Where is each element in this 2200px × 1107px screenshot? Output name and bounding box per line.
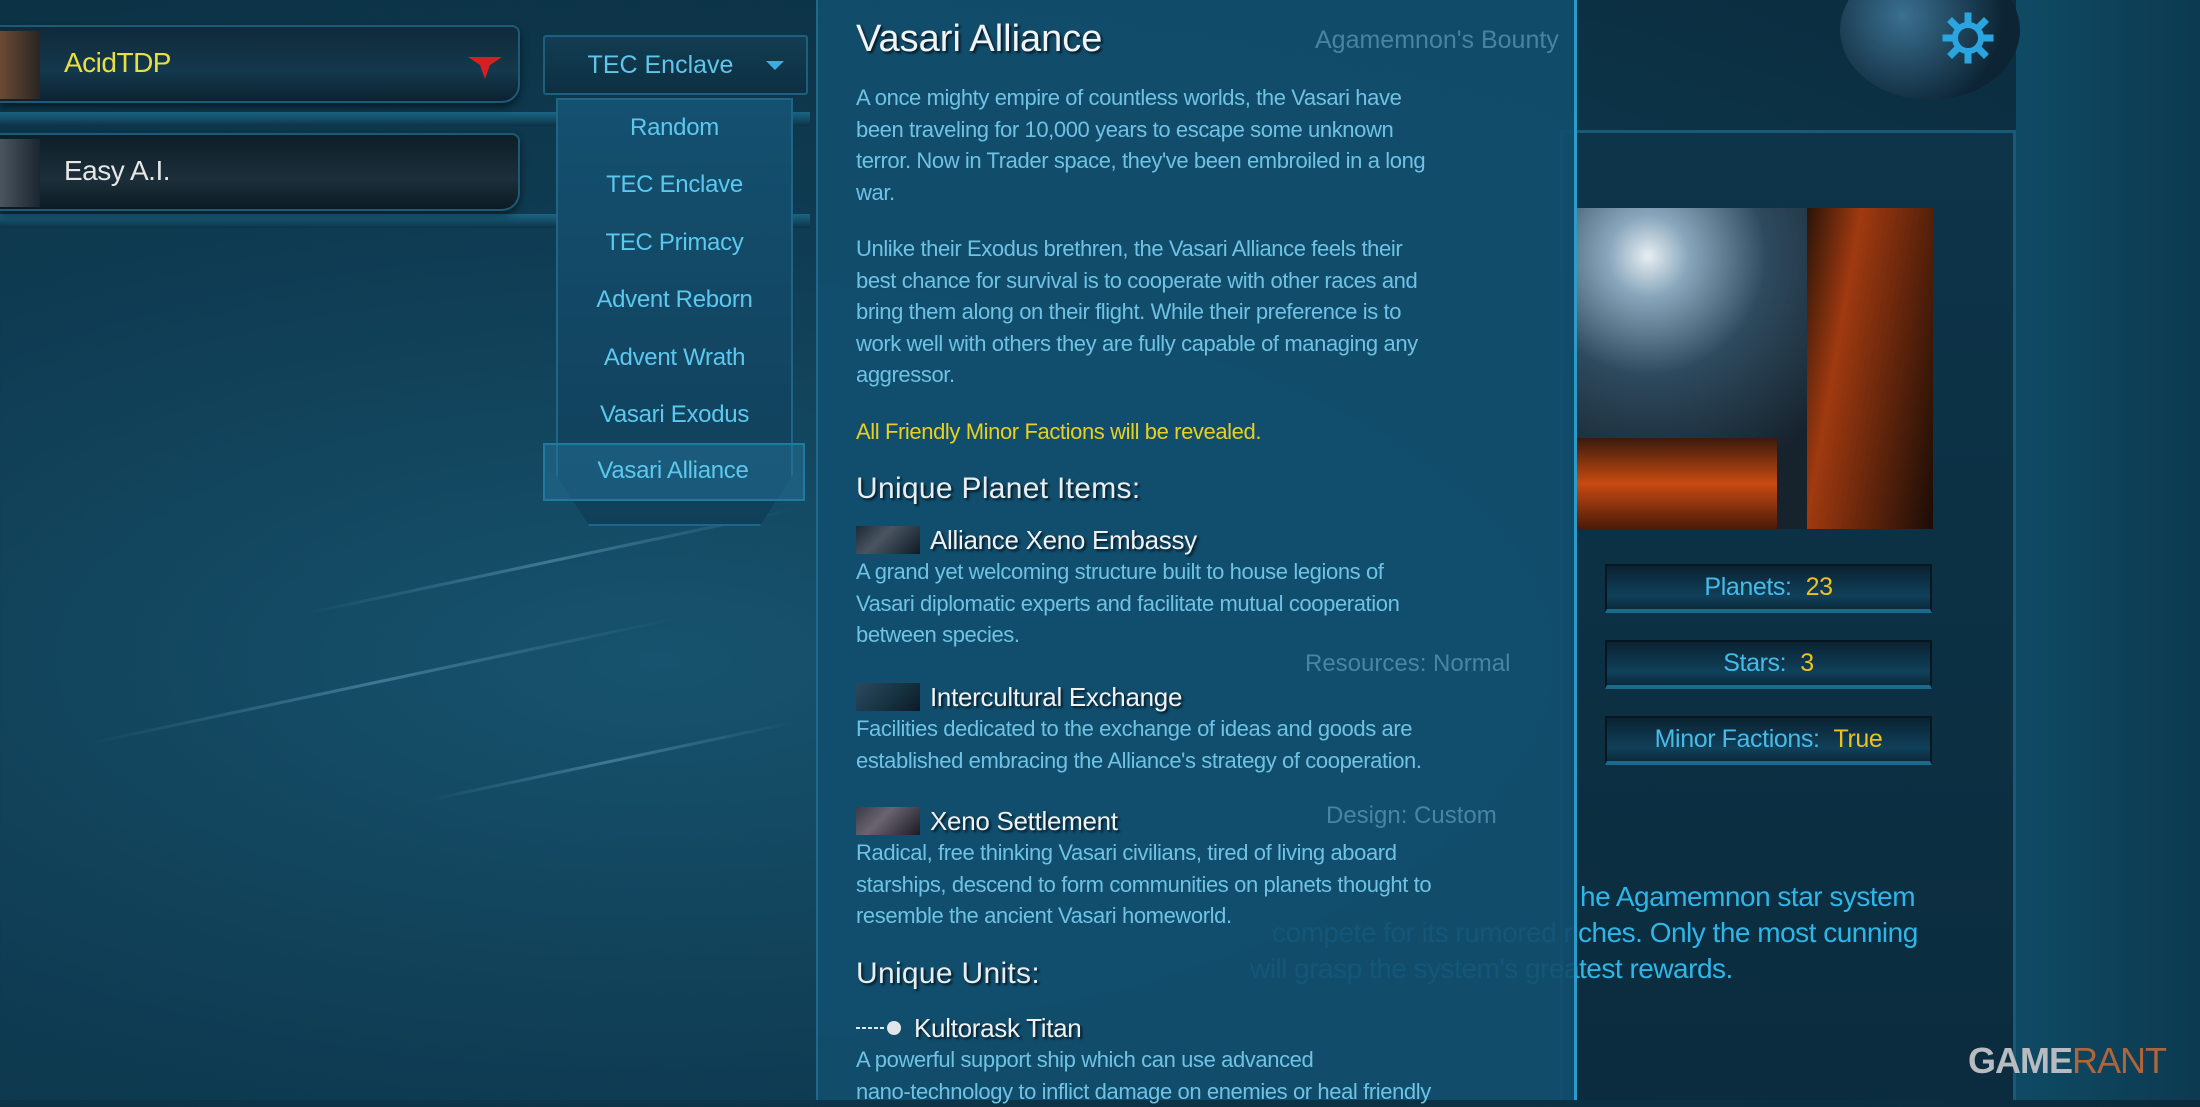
dropdown-option[interactable]: Advent Wrath bbox=[558, 344, 791, 372]
planet-item: Alliance Xeno Embassy A grand yet welcom… bbox=[856, 524, 1400, 647]
player-slot-2[interactable]: Easy A.I. bbox=[0, 133, 520, 211]
dropdown-option[interactable]: Advent Reborn bbox=[558, 286, 791, 314]
dropdown-option[interactable]: Vasari Exodus bbox=[558, 401, 791, 429]
units-heading: Unique Units: bbox=[856, 957, 1040, 990]
dropdown-option[interactable]: TEC Enclave bbox=[558, 171, 791, 199]
side-panel bbox=[2016, 0, 2200, 1100]
gamerant-watermark: GAMERANT bbox=[1968, 1040, 2167, 1081]
dropdown-option-label: Vasari Alliance bbox=[597, 457, 749, 484]
faction-description: Unlike their Exodus brethren, the Vasari… bbox=[856, 236, 1418, 387]
stat-planets: Planets: 23 bbox=[1605, 564, 1932, 613]
map-name: Agamemnon's Bounty bbox=[1315, 26, 1559, 54]
faction-bonus: All Friendly Minor Factions will be reve… bbox=[856, 419, 1262, 444]
player-slot-1[interactable]: AcidTDP bbox=[0, 25, 520, 103]
design-setting: Design: Custom bbox=[1326, 802, 1497, 829]
stat-stars: Stars: 3 bbox=[1605, 640, 1932, 689]
planet-items-heading: Unique Planet Items: bbox=[856, 472, 1141, 505]
faction-dropdown-value: TEC Enclave bbox=[587, 50, 734, 79]
gear-icon[interactable] bbox=[1942, 12, 1994, 64]
item-thumbnail bbox=[856, 807, 920, 835]
faction-dropdown[interactable]: TEC Enclave bbox=[543, 35, 808, 95]
planet-item: Intercultural Exchange Facilities dedica… bbox=[856, 681, 1422, 773]
map-preview-image bbox=[1577, 208, 1933, 529]
faction-info-panel: Vasari Alliance A once mighty empire of … bbox=[816, 0, 1577, 1104]
red-faction-emblem-icon bbox=[468, 57, 502, 79]
faction-description: A once mighty empire of countless worlds… bbox=[856, 85, 1426, 205]
avatar bbox=[0, 139, 40, 207]
chevron-down-icon bbox=[766, 61, 784, 70]
unit-item: Kultorask Titan A powerful support ship … bbox=[856, 1012, 1431, 1104]
faction-title: Vasari Alliance bbox=[856, 18, 1103, 60]
resources-setting: Resources: Normal bbox=[1305, 650, 1511, 677]
item-thumbnail bbox=[856, 526, 920, 554]
map-description-line: he Agamemnon star system bbox=[1580, 881, 1916, 912]
item-thumbnail bbox=[856, 683, 920, 711]
stat-minor-factions: Minor Factions: True bbox=[1605, 716, 1932, 765]
dropdown-option[interactable]: TEC Primacy bbox=[558, 229, 791, 257]
dropdown-option[interactable]: Random bbox=[558, 114, 791, 142]
player-name: AcidTDP bbox=[64, 47, 171, 78]
dropdown-option-selected[interactable]: Vasari Alliance bbox=[543, 443, 805, 501]
avatar bbox=[0, 31, 40, 99]
titan-ship-icon bbox=[856, 1021, 901, 1035]
player-name: Easy A.I. bbox=[64, 155, 171, 186]
